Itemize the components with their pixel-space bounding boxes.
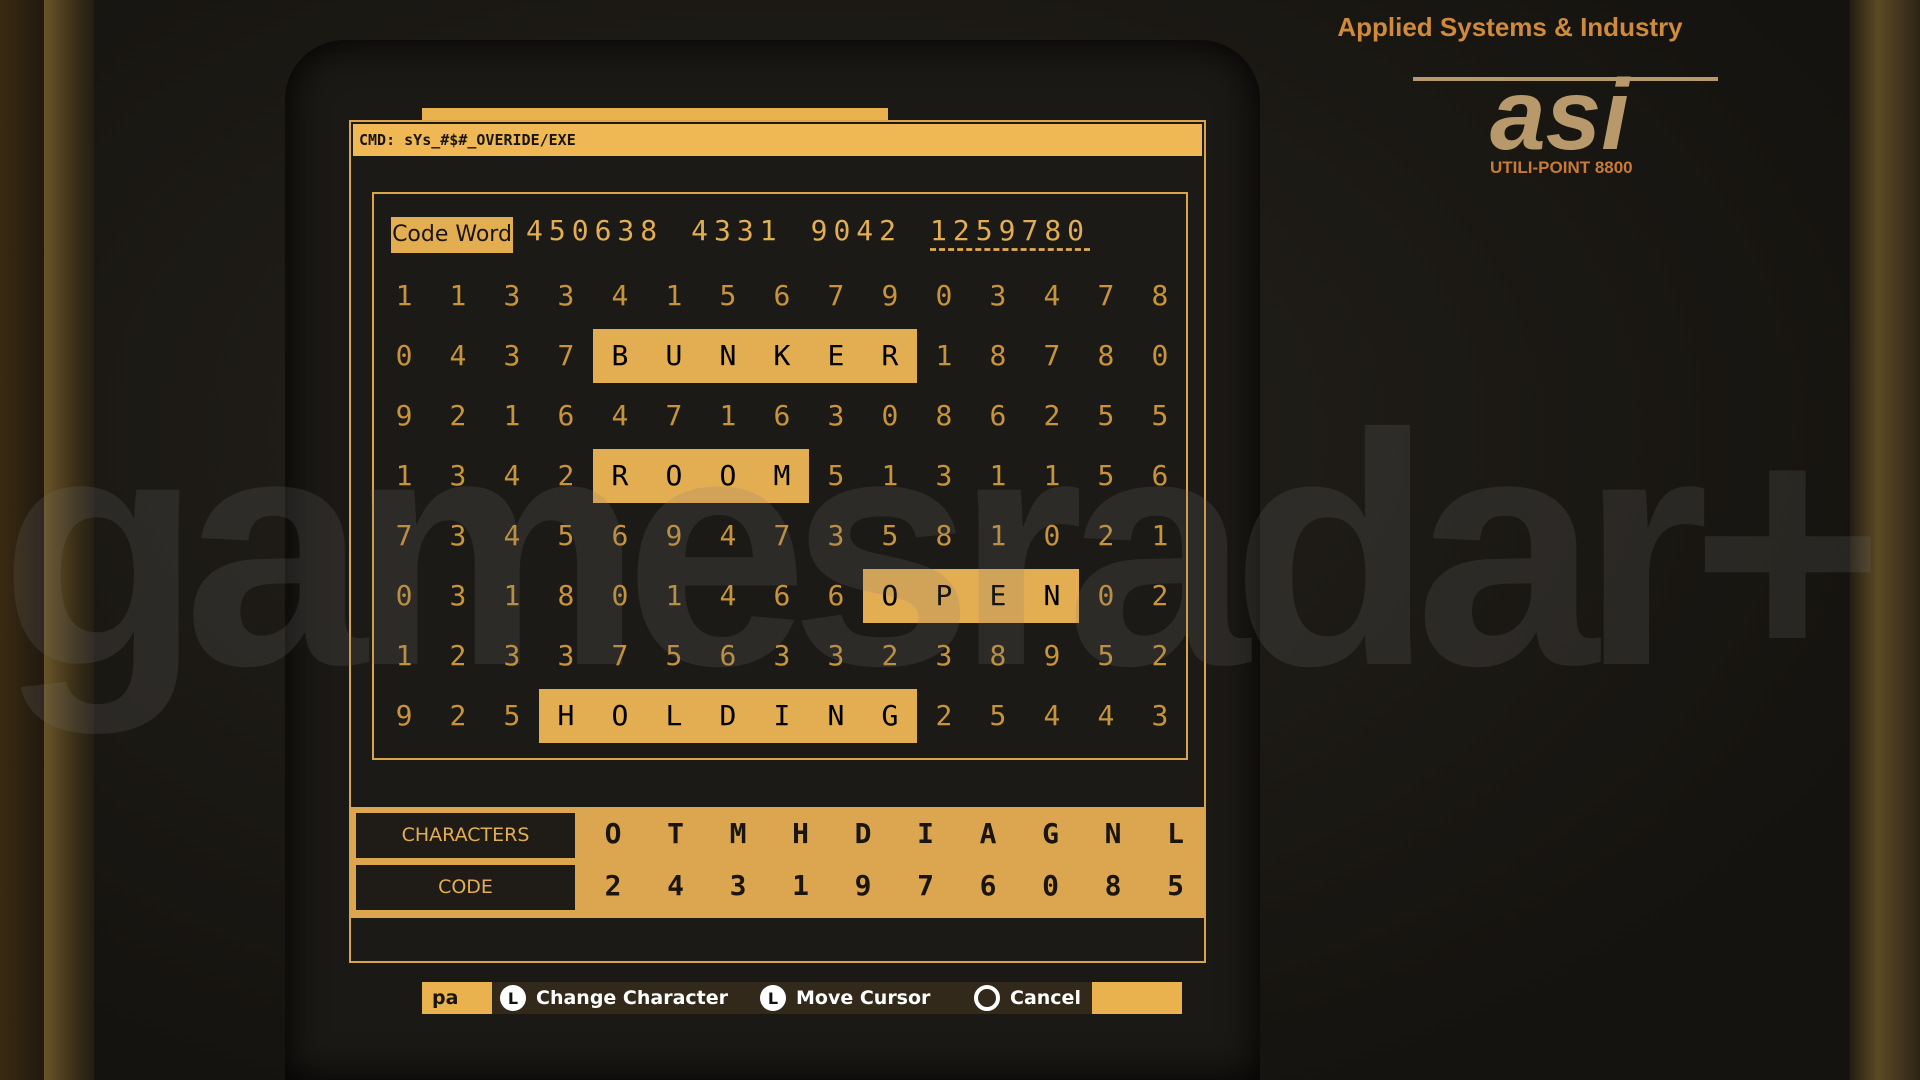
command-bar: CMD: sYs_#$#_OVERIDE/EXE [353,124,1202,156]
code-group: 4331 [691,214,783,247]
control-hints-bar: pa L Change Character L Move Cursor Cancel [422,982,1182,1014]
background-left [0,0,44,1080]
grid-row[interactable]: 1342ROOM5131156 [377,449,1206,503]
code-word-numbers: 450638 4331 9042 1259780 [526,214,1118,247]
code-value: 0 [1042,869,1059,902]
grid-row[interactable]: 925HOLDING25443 [377,689,1206,743]
code-word-label: Code Word [391,217,513,253]
character-value: O [604,817,622,850]
code-value: 9 [854,869,872,902]
character-value: M [729,817,747,850]
frame-left [44,0,94,1080]
circle-button-icon [974,985,1000,1011]
character-value: I [917,817,934,850]
character-value: D [854,817,872,850]
code-group: 9042 [810,214,903,247]
code-value: 7 [917,869,934,902]
grid-row[interactable]: 113341567903478 [377,269,1206,323]
left-stick-icon: L [500,985,526,1011]
grid-row[interactable]: 921647163086255 [377,389,1206,443]
character-value: G [1042,817,1059,850]
grid-row[interactable]: 031801466OPEN02 [377,569,1206,623]
hint-label: Change Character [536,987,729,1009]
hint-tag: pa [432,987,459,1009]
frame-right [1850,0,1920,1080]
hint-move-cursor[interactable]: L Move Cursor [760,982,930,1014]
character-value: L [1167,817,1184,850]
hint-cancel[interactable]: Cancel [974,982,1081,1014]
hint-change-character[interactable]: L Change Character [500,982,728,1014]
code-value: 5 [1167,869,1184,902]
character-value: A [979,817,997,850]
brand-model: UTILI-POINT 8800 [1490,158,1633,177]
grid-row[interactable]: 123375633238952 [377,629,1206,683]
brand-company: Applied Systems & Industry [1337,12,1683,42]
code-group: 450638 [526,214,664,247]
asi-logo: asi [1490,59,1630,171]
character-value: T [667,817,684,850]
code-label: CODE [356,865,575,910]
terminal-screen: CMD: sYs_#$#_OVERIDE/EXE Code Word 45063… [349,120,1206,963]
grid-row[interactable]: 0437BUNKER18780 [377,329,1206,383]
character-legend: CHARACTERS CODE O 2 T 4 M 3 H 1 D 9 I 7 A 6 G 0 N 8 L 5 [351,807,1204,918]
puzzle-grid: Code Word 450638 4331 9042 1259780 11334156… [372,192,1188,760]
grid-row[interactable]: 734569473581021 [377,509,1206,563]
hint-label: Move Cursor [796,987,931,1009]
hint-label: Cancel [1010,987,1081,1009]
code-value: 1 [792,869,809,902]
code-value: 6 [979,869,997,902]
left-stick-icon: L [760,985,786,1011]
code-value: 2 [604,869,622,902]
code-value: 8 [1104,869,1122,902]
code-answer-input[interactable]: 1259780 [930,214,1090,247]
code-value: 3 [729,869,747,902]
character-value: N [1104,817,1122,850]
code-value: 4 [667,869,684,902]
character-value: H [792,817,809,850]
characters-label: CHARACTERS [356,813,575,858]
